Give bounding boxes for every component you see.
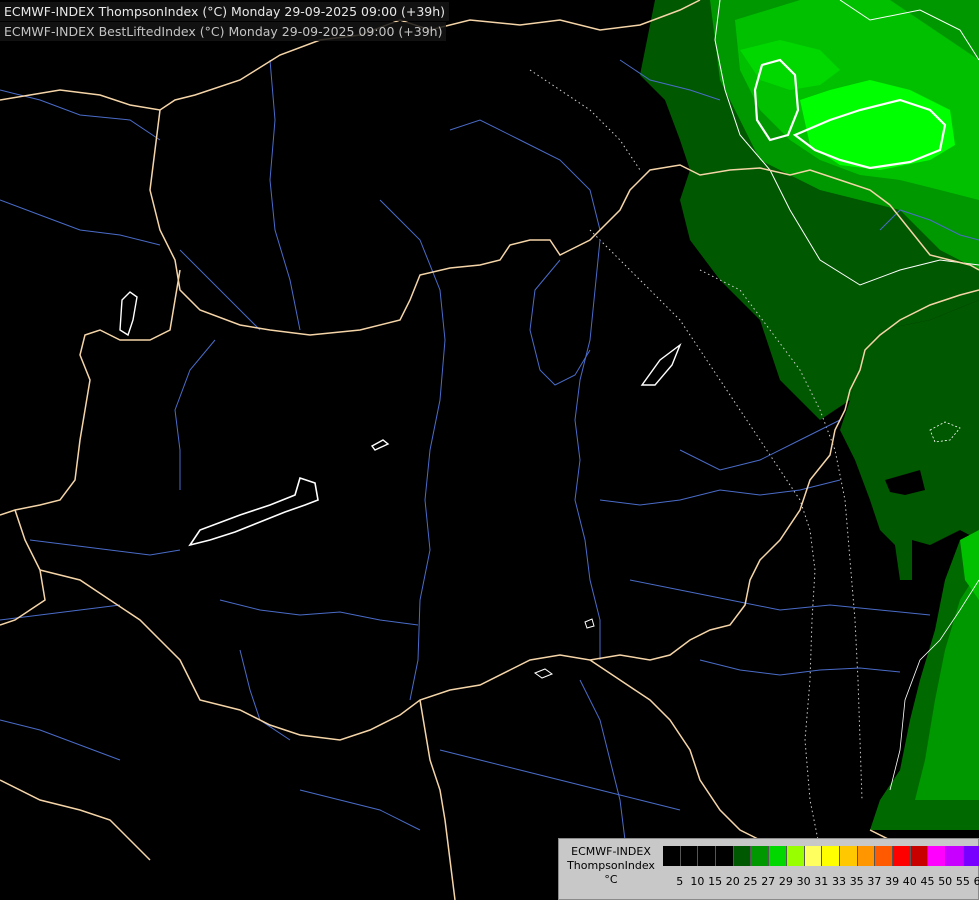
legend-tick-label: 15 <box>708 875 723 888</box>
legend-swatch <box>786 846 805 866</box>
legend-swatch <box>698 846 717 866</box>
header-thompson-index: ECMWF-INDEX ThompsonIndex (°C) Monday 29… <box>0 2 450 21</box>
legend-tick-label: 37 <box>867 875 882 888</box>
header-best-lifted-index: ECMWF-INDEX BestLiftedIndex (°C) Monday … <box>0 22 447 41</box>
legend-tick-label: 33 <box>832 875 846 888</box>
legend-unit: °C <box>604 873 618 886</box>
legend-swatch <box>680 846 699 866</box>
legend-tick-label: 60 <box>973 875 979 888</box>
legend-tick-label: 40 <box>902 875 917 888</box>
legend-label: ECMWF-INDEX ThompsonIndex °C <box>563 845 659 887</box>
legend-swatch <box>892 846 911 866</box>
legend-tick-label: 5 <box>676 875 684 888</box>
legend-tick-label: 39 <box>885 875 900 888</box>
legend-tick-label: 29 <box>778 875 793 888</box>
legend-title: ECMWF-INDEX <box>571 845 651 858</box>
legend-swatch <box>963 846 979 866</box>
legend-swatch <box>663 846 681 866</box>
legend-swatch <box>751 846 770 866</box>
legend-swatch <box>804 846 823 866</box>
legend-swatch <box>946 846 964 866</box>
legend-swatch <box>839 846 858 866</box>
legend-swatch <box>769 846 787 866</box>
legend-tick-label: 35 <box>849 875 864 888</box>
legend-tick-label: 27 <box>761 875 776 888</box>
legend-swatch <box>875 846 893 866</box>
legend-tick-label: 50 <box>938 875 953 888</box>
legend-tick-label: 31 <box>814 875 829 888</box>
legend-tick-label: 45 <box>920 875 935 888</box>
legend-tick-label: 30 <box>796 875 811 888</box>
weather-map <box>0 0 979 900</box>
legend-swatches <box>663 846 979 866</box>
legend-swatch <box>928 846 946 866</box>
color-legend: ECMWF-INDEX ThompsonIndex °C 5 10 15 20 25 27… <box>558 838 979 900</box>
legend-tick-label: 25 <box>743 875 758 888</box>
legend-subtitle: ThompsonIndex <box>567 859 655 872</box>
legend-swatch <box>733 846 752 866</box>
legend-tick-label: 10 <box>690 875 705 888</box>
legend-swatch <box>910 846 929 866</box>
legend-swatch <box>857 846 876 866</box>
legend-swatch <box>822 846 840 866</box>
legend-tick-label: 20 <box>725 875 740 888</box>
legend-tick-label: 55 <box>955 875 970 888</box>
legend-swatch <box>716 846 734 866</box>
